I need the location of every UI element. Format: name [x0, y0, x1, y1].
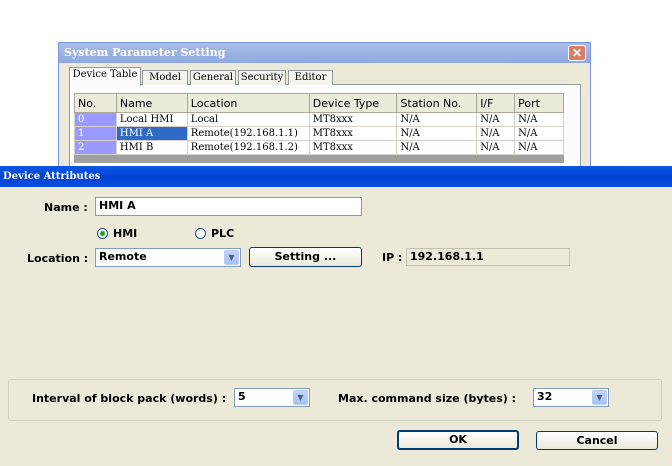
close-icon[interactable]: ✕	[568, 45, 586, 61]
chevron-down-icon[interactable]: ▼	[293, 390, 308, 405]
cell-if: N/A	[476, 112, 516, 127]
name-input[interactable]: HMI A	[95, 197, 362, 216]
cell-port: N/A	[514, 126, 564, 141]
cell-location: Local	[186, 112, 310, 127]
cell-no: 2	[74, 140, 117, 155]
radio-hmi[interactable]	[97, 228, 108, 239]
cell-name: Local HMI	[115, 112, 188, 127]
tab-security[interactable]: Security	[238, 70, 286, 85]
device-attributes-dialog: Device Attributes Name : HMI A HMI PLC L…	[0, 166, 672, 466]
cell-port: N/A	[514, 140, 564, 155]
column-header-if[interactable]: I/F	[476, 93, 516, 113]
cell-port: N/A	[514, 112, 564, 127]
table-header-row: No. Name Location Device Type Station No…	[74, 93, 564, 113]
tab-device-table[interactable]: Device Table	[69, 67, 141, 86]
cell-if: N/A	[476, 140, 516, 155]
location-label: Location :	[27, 252, 89, 265]
table-row[interactable]: 1 HMI A Remote(192.168.1.1) MT8xxx N/A N…	[74, 126, 564, 141]
cell-no: 0	[74, 112, 117, 127]
location-select[interactable]: Remote ▼	[95, 248, 241, 267]
column-header-no[interactable]: No.	[74, 93, 117, 113]
ok-button[interactable]: OK	[397, 430, 519, 450]
tab-model[interactable]: Model	[142, 70, 188, 85]
cell-location: Remote(192.168.1.2)	[186, 140, 310, 155]
max-command-label: Max. command size (bytes) :	[338, 392, 517, 405]
location-value: Remote	[99, 250, 147, 263]
table-row[interactable]: 0 Local HMI Local MT8xxx N/A N/A N/A	[74, 112, 564, 127]
cell-device-type: MT8xxx	[308, 112, 398, 127]
device-table: No. Name Location Device Type Station No…	[74, 93, 564, 155]
interval-select[interactable]: 5 ▼	[234, 388, 310, 407]
cell-location: Remote(192.168.1.1)	[186, 126, 310, 141]
cell-if: N/A	[476, 126, 516, 141]
cancel-button[interactable]: Cancel	[536, 431, 658, 450]
chevron-down-icon[interactable]: ▼	[592, 390, 607, 405]
radio-plc-option[interactable]: PLC	[195, 227, 265, 241]
column-header-station-no[interactable]: Station No.	[396, 93, 478, 113]
column-header-port[interactable]: Port	[514, 93, 564, 113]
name-label: Name :	[44, 201, 88, 214]
max-command-value: 32	[537, 390, 553, 403]
cell-name: HMI B	[115, 140, 188, 155]
setting-button[interactable]: Setting ...	[249, 247, 362, 267]
ip-field: 192.168.1.1	[406, 248, 570, 266]
system-parameter-title: System Parameter Setting	[64, 46, 226, 59]
column-header-location[interactable]: Location	[186, 93, 310, 113]
cell-station-no: N/A	[396, 140, 478, 155]
chevron-down-icon[interactable]: ▼	[224, 250, 239, 265]
radio-plc-label: PLC	[211, 227, 235, 240]
radio-hmi-option[interactable]: HMI	[97, 227, 167, 241]
column-header-device-type[interactable]: Device Type	[308, 93, 398, 113]
max-command-select[interactable]: 32 ▼	[533, 388, 609, 407]
tab-editor[interactable]: Editor	[288, 70, 333, 85]
cell-station-no: N/A	[396, 112, 478, 127]
table-empty-area	[74, 155, 564, 163]
dialog-titlebar[interactable]: Device Attributes	[0, 166, 672, 187]
radio-hmi-label: HMI	[113, 227, 138, 240]
ip-label: IP :	[382, 251, 403, 264]
tab-general[interactable]: General	[190, 70, 236, 85]
table-row[interactable]: 2 HMI B Remote(192.168.1.2) MT8xxx N/A N…	[74, 140, 564, 155]
interval-label: Interval of block pack (words) :	[32, 392, 227, 405]
cell-device-type: MT8xxx	[308, 126, 398, 141]
cell-no: 1	[74, 126, 117, 141]
radio-plc[interactable]	[195, 228, 206, 239]
column-header-name[interactable]: Name	[115, 93, 188, 113]
system-parameter-titlebar: System Parameter Setting ✕	[59, 43, 590, 63]
cell-device-type: MT8xxx	[308, 140, 398, 155]
cell-name: HMI A	[115, 126, 188, 141]
interval-value: 5	[238, 390, 246, 403]
cell-station-no: N/A	[396, 126, 478, 141]
dialog-title: Device Attributes	[3, 171, 101, 182]
